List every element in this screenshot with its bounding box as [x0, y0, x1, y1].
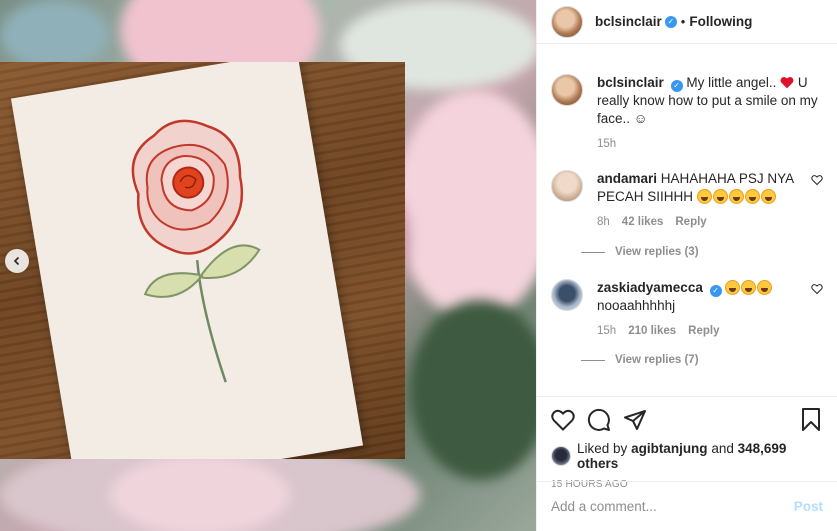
view-replies-label: View replies (7): [615, 354, 699, 366]
comment-item: zaskiadyamecca ✓ nooaahhhhhj 15h 210 lik…: [551, 279, 823, 337]
liked-by-and: and: [711, 441, 734, 456]
comment-icon: [587, 408, 610, 431]
comment-time[interactable]: 8h: [597, 216, 610, 228]
small-heart-icon[interactable]: [811, 174, 823, 186]
reply-button[interactable]: Reply: [675, 216, 706, 228]
liked-by-prefix: Liked by: [577, 441, 628, 456]
comment-input[interactable]: [551, 499, 794, 514]
heart-icon: [551, 409, 575, 431]
comment-avatar[interactable]: [551, 170, 583, 202]
bookmark-icon: [802, 408, 820, 431]
view-replies-button[interactable]: View replies (3): [581, 246, 699, 258]
author-username[interactable]: bclsinclair: [595, 14, 662, 29]
author-avatar[interactable]: [551, 5, 583, 38]
red-heart-emoji-icon: [780, 76, 794, 89]
caption-avatar[interactable]: [551, 74, 583, 106]
post-button[interactable]: Post: [794, 499, 823, 514]
rofl-emoji-icon: [712, 189, 728, 204]
comment-button[interactable]: [587, 408, 611, 432]
grin-emoji-icon: [725, 280, 741, 295]
comment-avatar[interactable]: [551, 279, 583, 311]
verified-icon: ✓: [709, 285, 722, 297]
comment-time[interactable]: 15h: [597, 325, 616, 337]
post-details-panel: bclsinclair ✓ • Following bclsinclair ✓ …: [536, 0, 837, 531]
verified-icon: ✓: [670, 80, 683, 92]
like-button[interactable]: [551, 408, 575, 432]
caption: bclsinclair ✓ My little angel.. U really…: [551, 74, 823, 150]
share-icon: [624, 410, 646, 430]
caption-text-part1: My little angel..: [686, 75, 777, 90]
liker-avatar[interactable]: [551, 446, 571, 466]
post-actions: Liked by agibtanjung and 348,699 others …: [537, 396, 837, 490]
save-button[interactable]: [799, 408, 823, 432]
comment-item: andamari HAHAHAHA PSJ NYA PECAH SIIHHH 8…: [551, 170, 823, 228]
rofl-emoji-icon: [728, 189, 744, 204]
separator-dot: •: [680, 14, 686, 29]
previous-image-button[interactable]: [5, 249, 29, 273]
caption-time: 15h: [597, 138, 617, 150]
caption-username[interactable]: bclsinclair: [597, 75, 664, 90]
reply-button[interactable]: Reply: [688, 325, 719, 337]
liked-by-user[interactable]: agibtanjung: [631, 441, 708, 456]
view-replies-label: View replies (3): [615, 246, 699, 258]
comment-likes[interactable]: 42 likes: [622, 216, 664, 228]
add-comment-bar: Post: [537, 481, 837, 531]
small-heart-icon[interactable]: [811, 283, 823, 295]
verified-icon: ✓: [664, 15, 677, 28]
post-media: [0, 0, 536, 531]
comment-username[interactable]: andamari: [597, 171, 657, 186]
share-button[interactable]: [623, 408, 647, 432]
view-replies-button[interactable]: View replies (7): [581, 354, 699, 366]
rofl-emoji-icon: [760, 189, 776, 204]
comment-likes[interactable]: 210 likes: [628, 325, 676, 337]
following-button[interactable]: Following: [689, 14, 752, 29]
comment-text: nooaahhhhhj: [597, 298, 676, 313]
post-header: bclsinclair ✓ • Following: [537, 0, 837, 44]
comment-username[interactable]: zaskiadyamecca: [597, 280, 703, 295]
rose-drawing: [131, 119, 261, 383]
rofl-emoji-icon: [744, 189, 760, 204]
rofl-emoji-icon: [696, 189, 712, 204]
post-photo: [0, 62, 405, 459]
chevron-left-icon: [13, 256, 20, 266]
grin-emoji-icon: [757, 280, 773, 295]
likes-summary: Liked by agibtanjung and 348,699 others: [551, 441, 823, 471]
comments-list[interactable]: bclsinclair ✓ My little angel.. U really…: [537, 60, 837, 395]
grin-emoji-icon: [741, 280, 757, 295]
